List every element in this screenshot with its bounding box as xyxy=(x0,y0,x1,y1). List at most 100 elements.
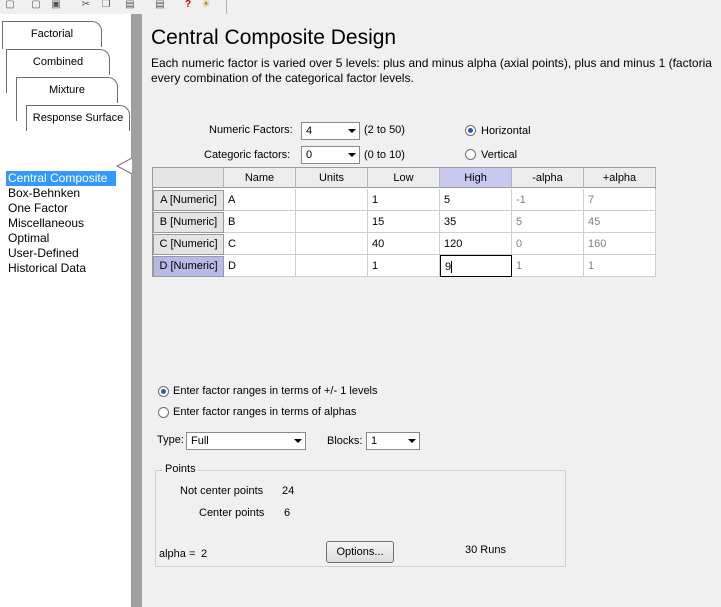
column-header-minus-alpha[interactable]: -alpha xyxy=(512,168,584,188)
center-points-label: Center points xyxy=(199,507,265,519)
vertical-label: Vertical xyxy=(481,149,518,161)
points-group: Points Not center points 24 Center point… xyxy=(155,463,566,567)
cell-c-name[interactable]: C xyxy=(224,233,296,255)
sidebar-divider xyxy=(132,14,142,607)
nav-item-optimal[interactable]: Optimal xyxy=(6,231,130,246)
alphas-option-label: Enter factor ranges in terms of alphas xyxy=(173,406,357,418)
row-header-c[interactable]: C [Numeric] xyxy=(153,234,224,255)
center-points-value: 6 xyxy=(284,507,291,519)
alphas-radio[interactable] xyxy=(158,407,169,418)
runs-count: 30 Runs xyxy=(465,544,506,556)
tip-icon[interactable]: ☀ xyxy=(200,0,212,10)
print-icon[interactable]: ▤ xyxy=(154,0,166,10)
nav-item-one-factor[interactable]: One Factor xyxy=(6,201,130,216)
page-description: Each numeric factor is varied over 5 lev… xyxy=(151,56,721,86)
factor-table: Name Units Low High -alpha +alpha A [Num… xyxy=(152,167,656,277)
levels-option-label: Enter factor ranges in terms of +/- 1 le… xyxy=(173,385,378,397)
tab-response-surface[interactable]: Response Surface xyxy=(26,105,130,131)
toolbar: ▢ ▢ ▣ ✂ ❐ ▤ ▤ ? ☀ xyxy=(0,0,721,14)
description-line-1: Each numeric factor is varied over 5 lev… xyxy=(151,56,712,70)
cell-c-low[interactable]: 40 xyxy=(368,233,440,255)
blocks-select[interactable]: 1 xyxy=(366,432,420,450)
tab-mixture[interactable]: Mixture xyxy=(16,77,118,103)
horizontal-label: Horizontal xyxy=(481,125,531,137)
cell-a-name[interactable]: A xyxy=(224,189,296,211)
cell-c-minus-alpha: 0 xyxy=(512,233,584,255)
options-button[interactable]: Options... xyxy=(326,541,394,563)
new-icon[interactable]: ▢ xyxy=(4,0,16,10)
row-header-d[interactable]: D [Numeric] xyxy=(153,256,224,277)
cell-a-units[interactable] xyxy=(296,189,368,211)
tab-factorial[interactable]: Factorial xyxy=(2,21,102,47)
tab-edge xyxy=(6,75,7,93)
chevron-down-icon xyxy=(348,129,356,133)
row-header-a[interactable]: A [Numeric] xyxy=(153,190,224,211)
not-center-points-label: Not center points xyxy=(180,485,264,497)
numeric-factors-value: 4 xyxy=(306,125,313,137)
cut-icon[interactable]: ✂ xyxy=(80,0,92,10)
design-list: Central Composite Box-Behnken One Factor… xyxy=(6,171,130,276)
copy-icon[interactable]: ❐ xyxy=(100,0,112,10)
cell-a-plus-alpha: 7 xyxy=(584,189,656,211)
horizontal-radio[interactable] xyxy=(465,125,476,136)
cell-a-low[interactable]: 1 xyxy=(368,189,440,211)
help-icon[interactable]: ? xyxy=(182,0,194,10)
column-header-name[interactable]: Name xyxy=(224,168,296,188)
save-icon[interactable]: ▣ xyxy=(50,0,62,10)
nav-item-miscellaneous[interactable]: Miscellaneous xyxy=(6,216,130,231)
cell-b-name[interactable]: B xyxy=(224,211,296,233)
column-header-units[interactable]: Units xyxy=(296,168,368,188)
blocks-value: 1 xyxy=(371,435,378,447)
row-header-b[interactable]: B [Numeric] xyxy=(153,212,224,233)
cell-c-high[interactable]: 120 xyxy=(440,233,512,255)
cell-d-high-editing[interactable]: 9 xyxy=(440,255,512,277)
numeric-factors-select[interactable]: 4 xyxy=(301,122,360,140)
open-icon[interactable]: ▢ xyxy=(30,0,42,10)
numeric-factors-label: Numeric Factors: xyxy=(209,124,293,136)
cell-c-units[interactable] xyxy=(296,233,368,255)
paste-icon[interactable]: ▤ xyxy=(124,0,136,10)
cell-a-minus-alpha: -1 xyxy=(512,189,584,211)
design-type-sidebar: Factorial Combined Mixture Response Surf… xyxy=(0,14,132,607)
cell-d-low[interactable]: 1 xyxy=(368,255,440,277)
nav-item-historical-data[interactable]: Historical Data xyxy=(6,261,130,276)
column-header-high[interactable]: High xyxy=(440,168,512,188)
nav-item-central-composite[interactable]: Central Composite xyxy=(6,171,116,186)
chevron-down-icon xyxy=(348,153,356,157)
cell-d-minus-alpha: 1 xyxy=(512,255,584,277)
description-line-2: every combination of the categorical fac… xyxy=(151,71,414,85)
categoric-factors-range: (0 to 10) xyxy=(364,149,405,161)
alpha-value: 2 xyxy=(201,548,208,560)
type-value: Full xyxy=(191,435,209,447)
nav-item-user-defined[interactable]: User-Defined xyxy=(6,246,130,261)
points-group-title: Points xyxy=(163,463,198,475)
blocks-label: Blocks: xyxy=(327,435,363,447)
alpha-label: alpha = xyxy=(159,548,196,560)
numeric-factors-range: (2 to 50) xyxy=(364,124,405,136)
nav-item-box-behnken[interactable]: Box-Behnken xyxy=(6,186,130,201)
cell-d-name[interactable]: D xyxy=(224,255,296,277)
column-header-low[interactable]: Low xyxy=(368,168,440,188)
tab-label: Response Surface xyxy=(32,112,124,124)
cell-d-units[interactable] xyxy=(296,255,368,277)
tab-edge xyxy=(16,103,17,121)
tab-label: Mixture xyxy=(48,84,86,96)
chevron-down-icon xyxy=(294,439,302,443)
tab-combined[interactable]: Combined xyxy=(6,49,110,75)
type-label: Type: xyxy=(157,434,184,446)
levels-radio[interactable] xyxy=(158,386,169,397)
page-title: Central Composite Design xyxy=(151,26,397,49)
tab-label: Factorial xyxy=(30,28,74,40)
vertical-radio[interactable] xyxy=(465,149,476,160)
cell-b-units[interactable] xyxy=(296,211,368,233)
cell-b-low[interactable]: 15 xyxy=(368,211,440,233)
not-center-points-value: 24 xyxy=(282,485,295,497)
cell-c-plus-alpha: 160 xyxy=(584,233,656,255)
type-select[interactable]: Full xyxy=(186,432,306,450)
tab-label: Combined xyxy=(32,56,84,68)
selection-pointer-icon xyxy=(116,158,132,175)
categoric-factors-select[interactable]: 0 xyxy=(301,146,360,164)
column-header-plus-alpha[interactable]: +alpha xyxy=(584,168,656,188)
cell-b-high[interactable]: 35 xyxy=(440,211,512,233)
cell-a-high[interactable]: 5 xyxy=(440,189,512,211)
